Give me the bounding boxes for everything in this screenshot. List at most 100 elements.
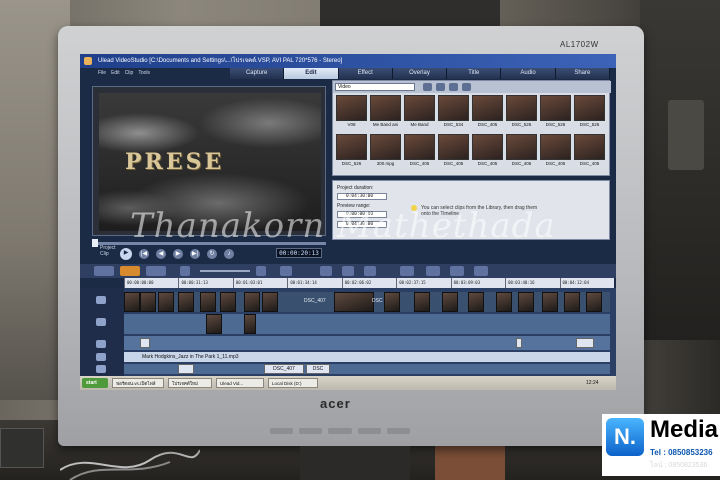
start-button[interactable]: start (82, 378, 108, 388)
timeline-view-icon[interactable] (120, 266, 140, 276)
music-clip[interactable]: DSC (306, 364, 330, 374)
sort-icon[interactable] (449, 83, 458, 91)
library-clip-thumbnail[interactable]: DSC_405 (540, 134, 571, 170)
voice-track-icon[interactable] (96, 353, 106, 361)
video-track-icon[interactable] (96, 296, 106, 304)
film-icon[interactable] (426, 266, 440, 276)
video-clip[interactable] (178, 292, 194, 312)
video-clip[interactable] (442, 292, 458, 312)
record-icon[interactable] (364, 266, 376, 276)
video-clip[interactable] (564, 292, 580, 312)
taskbar-item[interactable]: ฟอร์ตอน.vs.เปิดไฟล์ (112, 378, 164, 388)
options-icon[interactable] (462, 83, 471, 91)
range-end-field[interactable]: 0:04:30:00 (337, 221, 387, 228)
title-clip[interactable] (576, 338, 594, 348)
storyboard-view-icon[interactable] (94, 266, 114, 276)
video-clip[interactable] (334, 292, 374, 312)
video-clip[interactable] (158, 292, 174, 312)
title-track-icon[interactable] (96, 340, 106, 348)
timecode-display[interactable]: 00:00:20:13 (276, 248, 322, 258)
menu-tools[interactable]: Tools (138, 68, 150, 78)
video-clip[interactable] (244, 292, 260, 312)
monitor-button[interactable] (357, 428, 381, 434)
home-icon[interactable]: |◀ (139, 249, 149, 259)
undo-icon[interactable] (320, 266, 332, 276)
people-icon[interactable] (450, 266, 464, 276)
preview-window[interactable]: PRESE (99, 93, 321, 231)
title-clip[interactable] (516, 338, 522, 348)
redo-icon[interactable] (342, 266, 354, 276)
overlay-track[interactable] (124, 314, 610, 334)
prev-frame-icon[interactable]: ◀ (156, 249, 166, 259)
project-duration-field[interactable]: 0:04:30:00 (337, 193, 387, 200)
tab-share[interactable]: Share (555, 68, 610, 79)
overlay-track-icon[interactable] (96, 318, 106, 326)
zoom-out-icon[interactable] (180, 266, 190, 276)
audio-view-icon[interactable] (146, 266, 166, 276)
volume-icon[interactable]: ♪ (224, 249, 234, 259)
library-clip-thumbnail[interactable]: V08 (336, 95, 367, 131)
library-clip-thumbnail[interactable]: Me Band ani (370, 95, 401, 131)
video-clip[interactable] (468, 292, 484, 312)
library-clip-thumbnail[interactable]: DSC_526 (540, 95, 571, 131)
monitor-button[interactable] (299, 428, 323, 434)
library-clip-thumbnail[interactable]: DSC_405 (472, 95, 503, 131)
menu-clip[interactable]: Clip (125, 68, 134, 78)
zoom-slider[interactable] (200, 270, 250, 272)
tab-capture[interactable]: Capture (230, 68, 285, 79)
taskbar-item[interactable]: โปรเจคต์ใหม่ (168, 378, 212, 388)
video-clip[interactable] (200, 292, 216, 312)
menu-file[interactable]: File (98, 68, 106, 78)
library-clip-thumbnail[interactable]: DSC_405 (472, 134, 503, 170)
monitor-button[interactable] (270, 428, 294, 434)
timeline-ruler[interactable]: 00:00:00:00 00:00:31:13 00:01:03:01 00:01:3… (124, 278, 614, 288)
taskbar-item[interactable]: Local Disk (D:) (268, 378, 318, 388)
monitor-button[interactable] (386, 428, 411, 434)
library-clip-thumbnail[interactable]: DSC_405 (438, 134, 469, 170)
tab-edit[interactable]: Edit (284, 68, 339, 79)
video-clip[interactable] (496, 292, 512, 312)
video-clip[interactable] (124, 292, 140, 312)
preview-scrubber[interactable] (92, 239, 326, 247)
video-clip[interactable] (262, 292, 278, 312)
library-clip-thumbnail[interactable]: DSC_526 (506, 95, 537, 131)
library-category-select[interactable]: Video (335, 83, 415, 91)
music-clip[interactable] (178, 364, 194, 374)
overlay-clip[interactable] (206, 314, 222, 334)
title-track[interactable] (124, 336, 610, 350)
library-clip-thumbnail[interactable]: Me Band (404, 95, 435, 131)
library-clip-thumbnail[interactable]: DSC_534 (438, 95, 469, 131)
library-clip-thumbnail[interactable]: 300.mpg (370, 134, 401, 170)
monitor-button[interactable] (328, 428, 352, 434)
project-clip-label[interactable]: Project Clip (100, 245, 118, 257)
video-clip[interactable] (542, 292, 558, 312)
library-clip-thumbnail[interactable]: DSC_526 (336, 134, 367, 170)
music-track[interactable]: DSC_407 DSC (124, 364, 610, 374)
library-clip-thumbnail[interactable]: DSC_405 (574, 134, 605, 170)
voice-track[interactable]: Mark Hodgkins_Jazz in The Park 1_11.mp3 (124, 352, 610, 362)
title-clip[interactable] (140, 338, 150, 348)
menu-edit[interactable]: Edit (111, 68, 120, 78)
zoom-in-icon[interactable] (256, 266, 266, 276)
tab-overlay[interactable]: Overlay (392, 68, 448, 79)
overlay-clip[interactable] (244, 314, 256, 334)
play-icon[interactable]: ▶ (120, 248, 132, 260)
music-track-icon[interactable] (96, 365, 106, 373)
mixer-icon[interactable] (400, 266, 414, 276)
library-clip-thumbnail[interactable]: DSC_526 (574, 95, 605, 131)
video-clip[interactable] (384, 292, 400, 312)
library-clip-thumbnail[interactable]: DSC_405 (404, 134, 435, 170)
video-track[interactable]: DSC_407 DSC (124, 292, 610, 312)
range-start-field[interactable]: 0:00:00:00 (337, 211, 387, 218)
video-clip[interactable] (140, 292, 156, 312)
library-clip-thumbnail[interactable]: DSC_405 (506, 134, 537, 170)
video-clip[interactable] (414, 292, 430, 312)
folder-icon[interactable] (423, 83, 432, 91)
video-clip[interactable] (220, 292, 236, 312)
import-icon[interactable] (436, 83, 445, 91)
tab-effect[interactable]: Effect (338, 68, 393, 79)
end-icon[interactable]: ▶| (190, 249, 200, 259)
taskbar-item[interactable]: Ulead Vid... (216, 378, 264, 388)
video-clip[interactable] (518, 292, 534, 312)
scrubber-handle[interactable] (92, 239, 98, 247)
